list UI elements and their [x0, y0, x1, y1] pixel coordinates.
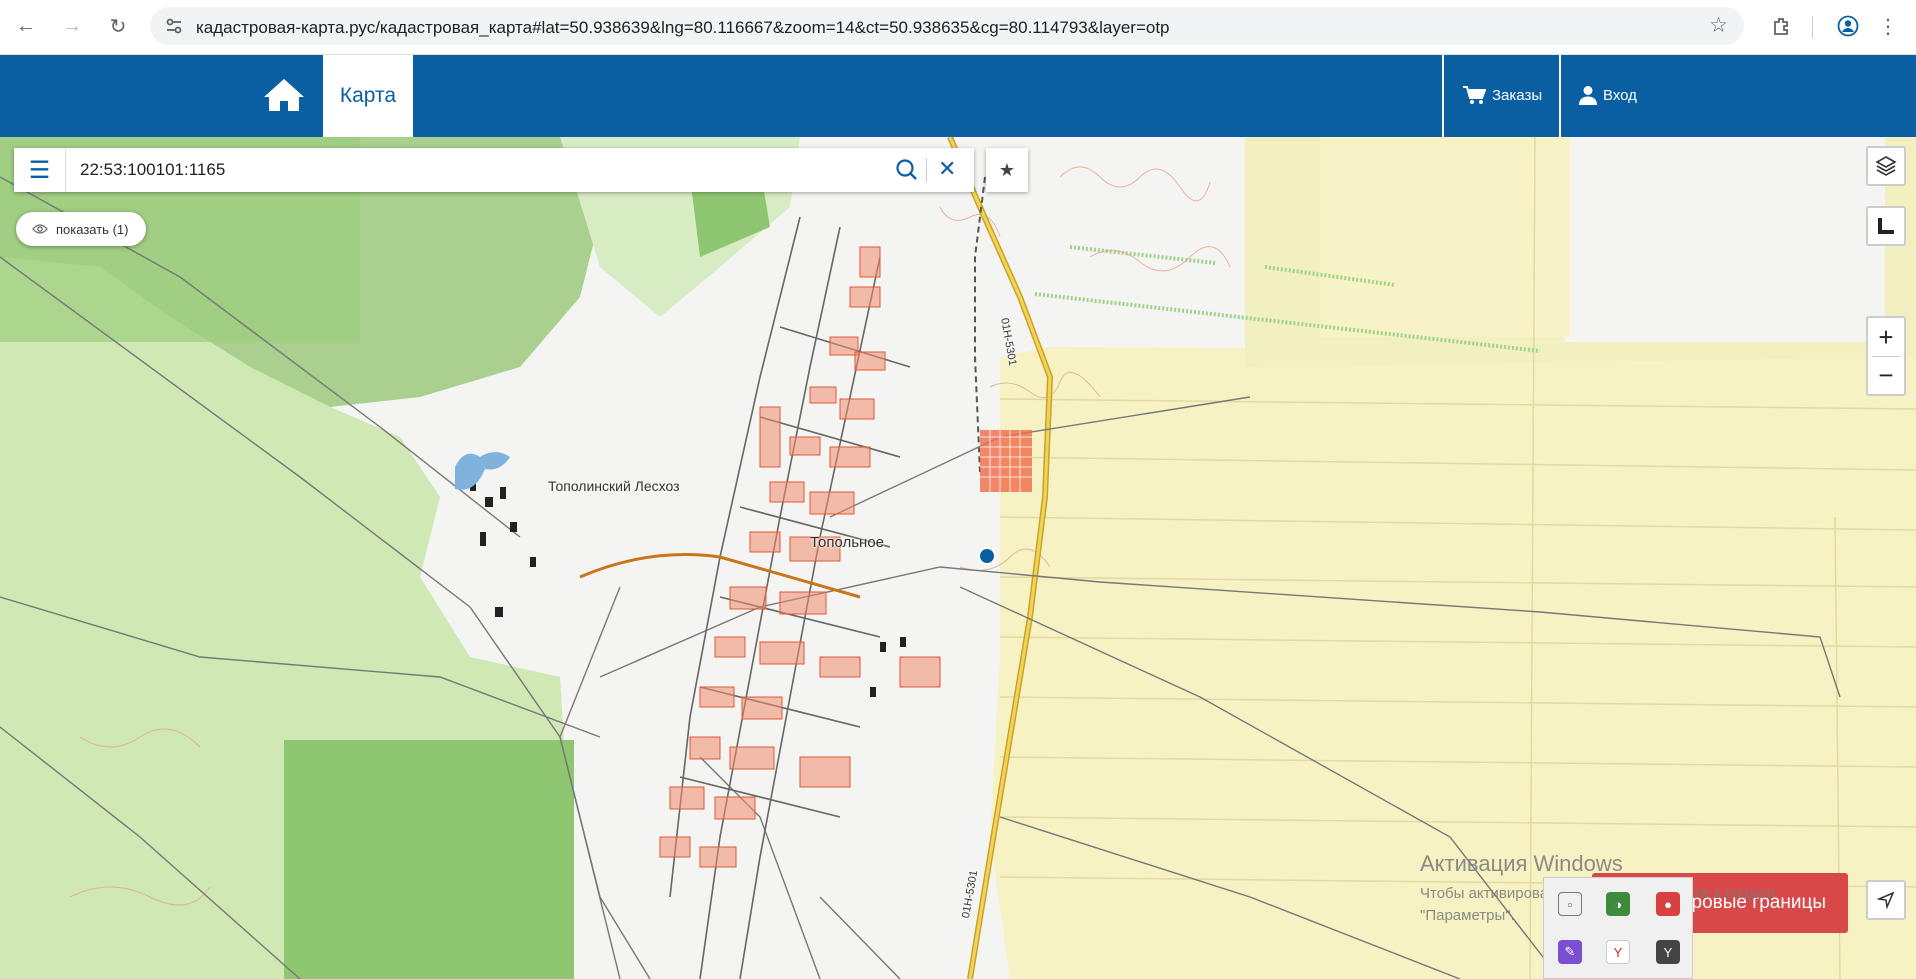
record-icon[interactable]: ●: [1656, 892, 1680, 916]
back-icon[interactable]: ←: [10, 10, 42, 42]
bookmark-star-icon[interactable]: ☆: [1709, 13, 1728, 38]
site-header: Карта Заказы Вход: [0, 55, 1916, 137]
search-input[interactable]: [80, 160, 880, 180]
login-link[interactable]: Вход: [1579, 85, 1637, 105]
home-icon[interactable]: [262, 77, 310, 117]
orders-label: Заказы: [1492, 86, 1543, 104]
show-results-label: показать (1): [56, 221, 129, 237]
favorites-star-icon[interactable]: ★: [986, 148, 1028, 192]
yandex-browser-icon[interactable]: Y: [1606, 940, 1630, 964]
address-bar[interactable]: кадастровая-карта.рус/кадастровая_карта#…: [150, 7, 1744, 45]
toolbar-divider: [1812, 16, 1813, 38]
login-label: Вход: [1603, 86, 1637, 104]
feather-icon[interactable]: ✎: [1558, 940, 1582, 964]
reload-icon[interactable]: ↻: [102, 10, 134, 42]
tab-map[interactable]: Карта: [323, 55, 413, 137]
windows-title: Активация Windows: [1420, 851, 1623, 876]
profile-icon[interactable]: [1832, 10, 1864, 42]
locate-icon[interactable]: [1866, 880, 1906, 920]
menu-icon[interactable]: ☰: [14, 148, 66, 192]
header-divider: [1442, 55, 1444, 137]
orders-link[interactable]: Заказы: [1462, 85, 1542, 105]
browser-toolbar: ← → ↻ кадастровая-карта.рус/кадастровая_…: [0, 0, 1916, 55]
forward-icon[interactable]: →: [56, 10, 88, 42]
show-results-button[interactable]: показать (1): [16, 212, 147, 246]
extensions-icon[interactable]: [1766, 10, 1798, 42]
parcel-marker[interactable]: [978, 547, 996, 565]
browser-menu-icon[interactable]: ⋮: [1872, 10, 1904, 42]
user-icon: [1579, 86, 1597, 105]
label-forestry: Тополинский Лесхоз: [548, 478, 680, 494]
system-tray-popup: ▫ ◑ ● ✎ Y Y: [1543, 877, 1693, 979]
yandex-icon[interactable]: Y: [1656, 940, 1680, 964]
search-icon[interactable]: [894, 157, 920, 183]
clear-icon[interactable]: ✕: [938, 156, 956, 182]
eye-icon: [32, 224, 48, 234]
search-panel: ☰ ✕: [14, 148, 974, 192]
search-divider: [926, 158, 927, 182]
site-info-icon[interactable]: [164, 16, 184, 36]
shield-icon[interactable]: ◑: [1606, 892, 1630, 916]
cart-icon: [1463, 86, 1486, 104]
zoom-out-button[interactable]: −: [1868, 356, 1904, 394]
zoom-in-button[interactable]: +: [1868, 318, 1904, 356]
url-text[interactable]: кадастровая-карта.рус/кадастровая_карта#…: [196, 18, 1170, 38]
usb-icon[interactable]: ▫: [1558, 892, 1582, 916]
ruler-icon[interactable]: [1866, 206, 1906, 246]
layers-icon[interactable]: [1866, 146, 1906, 186]
header-divider: [1559, 55, 1561, 137]
zoom-control: + −: [1866, 316, 1906, 396]
label-village: Топольное: [810, 534, 885, 551]
